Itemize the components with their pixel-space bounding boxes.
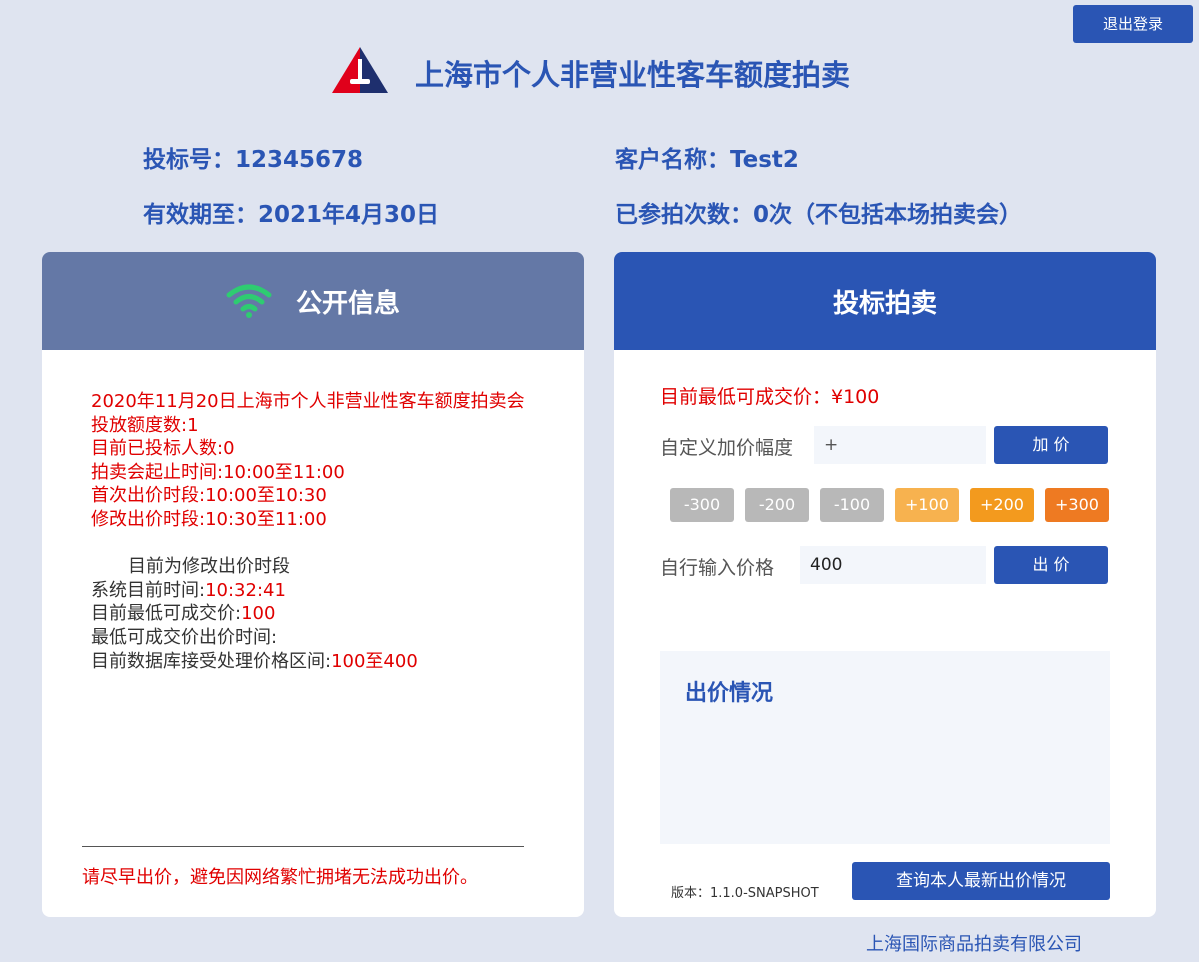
increment-input[interactable]: +: [814, 426, 986, 464]
min-price-time: 最低可成交价出价时间:: [91, 626, 278, 648]
step-plus-300-button[interactable]: +300: [1045, 488, 1109, 522]
step-minus-300-button[interactable]: -300: [670, 488, 734, 522]
system-time-label: 系统目前时间:: [91, 579, 206, 601]
divider: [82, 846, 524, 847]
first-bid-period: 首次出价时段:10:00至10:30: [91, 485, 327, 507]
price-range-label: 目前数据库接受处理价格区间:: [91, 650, 332, 672]
add-price-button[interactable]: 加 价: [994, 426, 1108, 464]
company-name: 上海国际商品拍卖有限公司: [866, 934, 1082, 955]
public-info-panel: 公开信息 2020年11月20日上海市个人非营业性客车额度拍卖会 投放额度数:1…: [42, 252, 584, 917]
auction-time: 拍卖会起止时间:10:00至11:00: [91, 461, 345, 483]
step-minus-200-button[interactable]: -200: [745, 488, 809, 522]
price-range: 目前数据库接受处理价格区间:100至400: [91, 650, 551, 674]
auction-logo: [332, 47, 388, 93]
price-range-value: 100至400: [331, 650, 418, 672]
min-price-info: 目前最低可成交价:100: [91, 602, 551, 626]
current-min-price: 目前最低可成交价：¥100: [660, 386, 880, 408]
step-plus-200-button[interactable]: +200: [970, 488, 1034, 522]
modify-bid-period: 修改出价时段:10:30至11:00: [91, 508, 327, 530]
bidding-panel: 投标拍卖 目前最低可成交价：¥100 自定义加价幅度 + 加 价 -300 -2…: [614, 252, 1156, 917]
public-info-content: 2020年11月20日上海市个人非营业性客车额度拍卖会 投放额度数:1 目前已投…: [91, 390, 551, 673]
public-info-header: 公开信息: [42, 252, 584, 350]
bid-number: 投标号：12345678: [143, 147, 364, 173]
customer-name: 客户名称：Test2: [615, 147, 799, 173]
min-price-label: 目前最低可成交价:: [91, 603, 242, 625]
bidder-count: 目前已投标人数:0: [91, 438, 235, 460]
bidding-header: 投标拍卖: [614, 252, 1156, 350]
increment-label: 自定义加价幅度: [660, 437, 794, 459]
self-price-label: 自行输入价格: [660, 557, 775, 579]
participation-count: 已参拍次数：0次（不包括本场拍卖会）: [615, 202, 1023, 228]
current-phase: 目前为修改出价时段: [128, 556, 290, 578]
bidding-title: 投标拍卖: [832, 288, 937, 319]
submit-bid-button[interactable]: 出 价: [994, 546, 1108, 584]
bid-status-box: 出价情况: [660, 651, 1110, 844]
page-title: 上海市个人非营业性客车额度拍卖: [415, 58, 851, 92]
quota-count: 投放额度数:1: [91, 414, 199, 436]
public-info-title: 公开信息: [295, 288, 400, 319]
price-input[interactable]: 400: [800, 546, 986, 584]
version-label: 版本：1.1.0-SNAPSHOT: [671, 886, 819, 901]
wifi-icon: [226, 284, 272, 318]
logout-button[interactable]: 退出登录: [1073, 5, 1193, 43]
auction-name: 2020年11月20日上海市个人非营业性客车额度拍卖会: [91, 391, 525, 412]
bid-warning: 请尽早出价，避免因网络繁忙拥堵无法成功出价。: [82, 867, 478, 888]
query-bid-button[interactable]: 查询本人最新出价情况: [852, 862, 1110, 900]
valid-until: 有效期至：2021年4月30日: [143, 202, 440, 228]
step-minus-100-button[interactable]: -100: [820, 488, 884, 522]
bid-status-title: 出价情况: [685, 681, 774, 706]
system-time: 系统目前时间:10:32:41: [91, 579, 551, 603]
min-price-value: 100: [241, 603, 276, 625]
step-plus-100-button[interactable]: +100: [895, 488, 959, 522]
system-time-value: 10:32:41: [205, 579, 286, 601]
